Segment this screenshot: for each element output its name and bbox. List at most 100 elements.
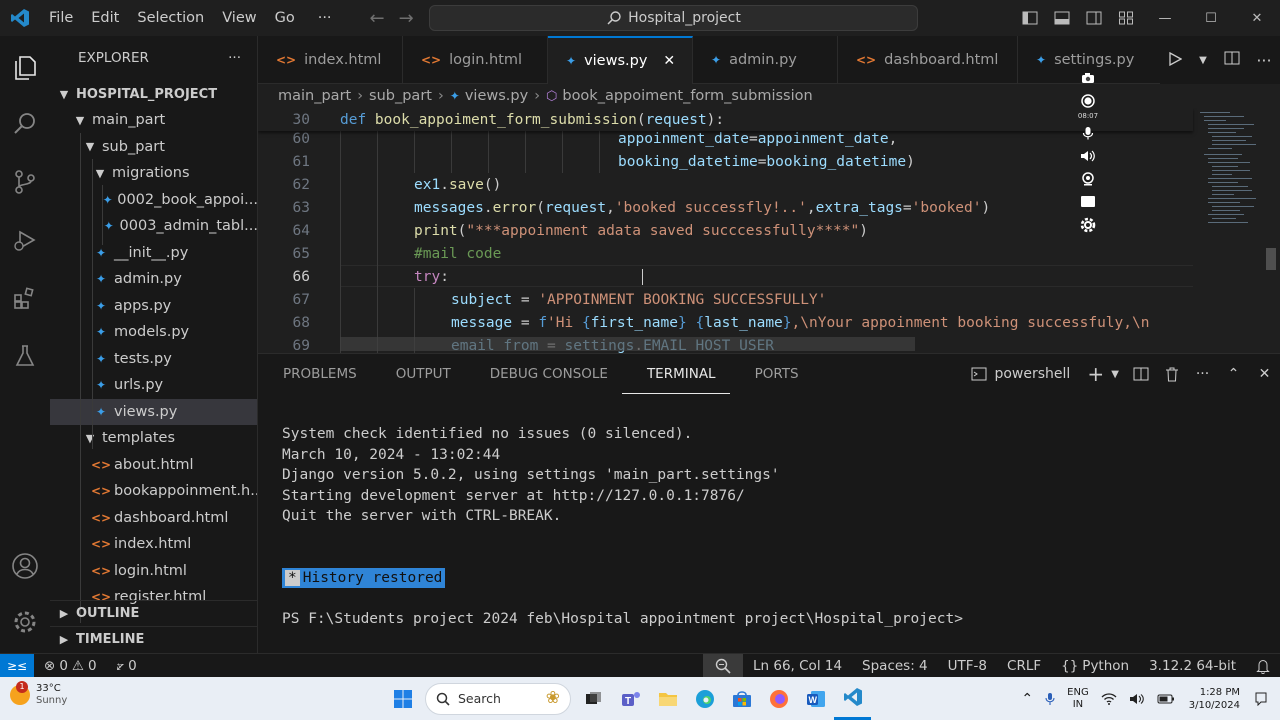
firefox-icon[interactable] bbox=[760, 677, 797, 720]
file-item[interactable]: ✦ 0002_book_appoi... bbox=[50, 187, 257, 213]
input-language[interactable]: ENG IN bbox=[1061, 687, 1095, 711]
menu-file[interactable]: File bbox=[40, 10, 82, 26]
panel-tab-output[interactable]: OUTPUT bbox=[371, 354, 465, 394]
remote-indicator-icon[interactable]: ≥≤ bbox=[0, 653, 34, 678]
code-line[interactable]: 61 booking_datetime=booking_datetime) bbox=[258, 150, 1193, 173]
menu-view[interactable]: View bbox=[213, 10, 265, 26]
editor-tab[interactable]: <> login.html bbox=[403, 36, 548, 84]
file-item[interactable]: ✦ apps.py bbox=[50, 293, 257, 319]
problems-status[interactable]: ⊗ 0 ⚠ 0 bbox=[34, 658, 107, 674]
battery-icon[interactable] bbox=[1151, 694, 1181, 704]
project-root[interactable]: ▼ HOSPITAL_PROJECT bbox=[50, 81, 257, 107]
sticky-scroll-line[interactable]: 30 def book_appoiment_form_submission(req… bbox=[258, 108, 1193, 131]
manage-gear-icon[interactable] bbox=[0, 598, 50, 646]
menu-selection[interactable]: Selection bbox=[128, 10, 213, 26]
panel-tab-problems[interactable]: PROBLEMS bbox=[258, 354, 371, 394]
code-line[interactable]: 63 messages.error(request,'booked success… bbox=[258, 196, 1193, 219]
file-item[interactable]: ✦ models.py bbox=[50, 319, 257, 345]
tray-microphone-icon[interactable] bbox=[1039, 692, 1061, 706]
language-mode[interactable]: {} Python bbox=[1051, 658, 1139, 674]
speaker-icon[interactable] bbox=[1076, 144, 1100, 167]
panel-tab-ports[interactable]: PORTS bbox=[730, 354, 813, 394]
microphone-icon[interactable] bbox=[1076, 121, 1100, 144]
source-control-icon[interactable] bbox=[0, 158, 50, 206]
file-item[interactable]: <> about.html bbox=[50, 452, 257, 478]
microsoft-store-icon[interactable] bbox=[723, 677, 760, 720]
cursor-position[interactable]: Ln 66, Col 14 bbox=[743, 658, 852, 674]
panel-more-icon[interactable]: ··· bbox=[1187, 366, 1218, 382]
tray-chevron-up-icon[interactable]: ⌃ bbox=[1015, 691, 1039, 707]
panel-tab-terminal[interactable]: TERMINAL bbox=[621, 354, 730, 394]
notification-center-icon[interactable] bbox=[1248, 692, 1280, 706]
search-icon[interactable] bbox=[0, 100, 50, 148]
new-terminal-plus-icon[interactable]: + bbox=[1080, 362, 1111, 386]
menu-edit[interactable]: Edit bbox=[82, 10, 128, 26]
file-item[interactable]: ✦ admin.py bbox=[50, 266, 257, 292]
teams-icon[interactable]: T bbox=[612, 677, 649, 720]
breadcrumb-main-part[interactable]: main_part bbox=[278, 88, 351, 104]
breadcrumb-file[interactable]: views.py bbox=[465, 88, 528, 104]
chevron-down-icon[interactable]: ▼ bbox=[1111, 369, 1119, 380]
outline-section[interactable]: ▶ OUTLINE bbox=[50, 600, 257, 626]
folder-item[interactable]: ▼ migrations bbox=[50, 160, 257, 186]
webcam-icon[interactable] bbox=[1076, 167, 1100, 190]
editor-tab[interactable]: ✦ views.py ✕ bbox=[548, 36, 693, 84]
terminal-output[interactable]: System check identified no issues (0 sil… bbox=[282, 424, 1262, 629]
ports-status[interactable]: ⦫ 0 bbox=[107, 658, 147, 674]
editor-tab[interactable]: <> index.html bbox=[258, 36, 403, 84]
explorer-icon[interactable] bbox=[0, 44, 50, 92]
volume-icon[interactable] bbox=[1123, 693, 1151, 705]
file-item[interactable]: ✦ urls.py bbox=[50, 372, 257, 398]
file-item[interactable]: <> login.html bbox=[50, 558, 257, 584]
menu-go[interactable]: Go bbox=[266, 10, 304, 26]
minimize-button[interactable]: — bbox=[1142, 11, 1188, 26]
python-interpreter[interactable]: 3.12.2 64-bit bbox=[1139, 658, 1246, 674]
kill-terminal-trash-icon[interactable] bbox=[1156, 366, 1187, 382]
clock[interactable]: 1:28 PM 3/10/2024 bbox=[1181, 686, 1248, 712]
file-item[interactable]: <> dashboard.html bbox=[50, 505, 257, 531]
editor-tab[interactable]: <> dashboard.html bbox=[838, 36, 1018, 84]
timeline-section[interactable]: ▶ TIMELINE bbox=[50, 626, 257, 652]
task-view-icon[interactable] bbox=[575, 677, 612, 720]
command-center-search[interactable]: Hospital_project bbox=[429, 5, 918, 31]
file-item[interactable]: ✦ 0003_admin_tabl... bbox=[50, 213, 257, 239]
extensions-icon[interactable] bbox=[0, 274, 50, 322]
settings-gear-icon[interactable] bbox=[1076, 213, 1100, 236]
window-capture-icon[interactable] bbox=[1076, 190, 1100, 213]
edge-browser-icon[interactable] bbox=[686, 677, 723, 720]
minimap[interactable] bbox=[1196, 108, 1260, 353]
close-tab-icon[interactable]: ✕ bbox=[663, 53, 675, 69]
breadcrumb-sub-part[interactable]: sub_part bbox=[369, 88, 432, 104]
code-line[interactable]: 66 try: bbox=[258, 265, 1193, 288]
file-item[interactable]: ✦ __init__.py bbox=[50, 240, 257, 266]
close-panel-icon[interactable]: ✕ bbox=[1249, 366, 1280, 382]
record-icon[interactable] bbox=[1076, 89, 1100, 112]
notifications-bell-icon[interactable] bbox=[1246, 659, 1280, 674]
forward-arrow-icon[interactable]: → bbox=[399, 8, 414, 29]
explorer-more-icon[interactable]: ··· bbox=[228, 50, 241, 66]
file-explorer-icon[interactable] bbox=[649, 677, 686, 720]
code-line[interactable]: 64 print("***appoinment adata saved succc… bbox=[258, 219, 1193, 242]
folder-item[interactable]: ▼ sub_part bbox=[50, 134, 257, 160]
maximize-panel-chevron-up-icon[interactable]: ⌃ bbox=[1218, 366, 1249, 382]
end-of-line[interactable]: CRLF bbox=[997, 658, 1051, 674]
maximize-button[interactable]: ☐ bbox=[1188, 11, 1234, 26]
wifi-icon[interactable] bbox=[1095, 692, 1123, 705]
code-line[interactable]: 65 #mail code bbox=[258, 242, 1193, 265]
indentation[interactable]: Spaces: 4 bbox=[852, 658, 938, 674]
toggle-sidebar-icon[interactable] bbox=[1014, 10, 1046, 26]
more-actions-icon[interactable]: ··· bbox=[1256, 51, 1271, 70]
terminal-shell-name[interactable]: powershell bbox=[994, 366, 1070, 382]
code-line[interactable]: 67 subject = 'APPOINMENT BOOKING SUCCESSF… bbox=[258, 288, 1193, 311]
vscode-taskbar-icon[interactable] bbox=[834, 677, 871, 720]
menu-more[interactable]: ··· bbox=[304, 10, 346, 26]
camera-icon[interactable] bbox=[1076, 66, 1100, 89]
run-debug-icon[interactable] bbox=[0, 216, 50, 264]
panel-tab-debug-console[interactable]: DEBUG CONSOLE bbox=[465, 354, 622, 394]
chevron-down-icon[interactable]: ▼ bbox=[1199, 55, 1207, 66]
accounts-icon[interactable] bbox=[0, 542, 50, 590]
code-line[interactable]: 68 message = f'Hi {first_name} {last_name… bbox=[258, 311, 1193, 334]
folder-item[interactable]: ▼ main_part bbox=[50, 107, 257, 133]
toggle-secondary-sidebar-icon[interactable] bbox=[1078, 10, 1110, 26]
windows-start-icon[interactable] bbox=[384, 677, 421, 720]
